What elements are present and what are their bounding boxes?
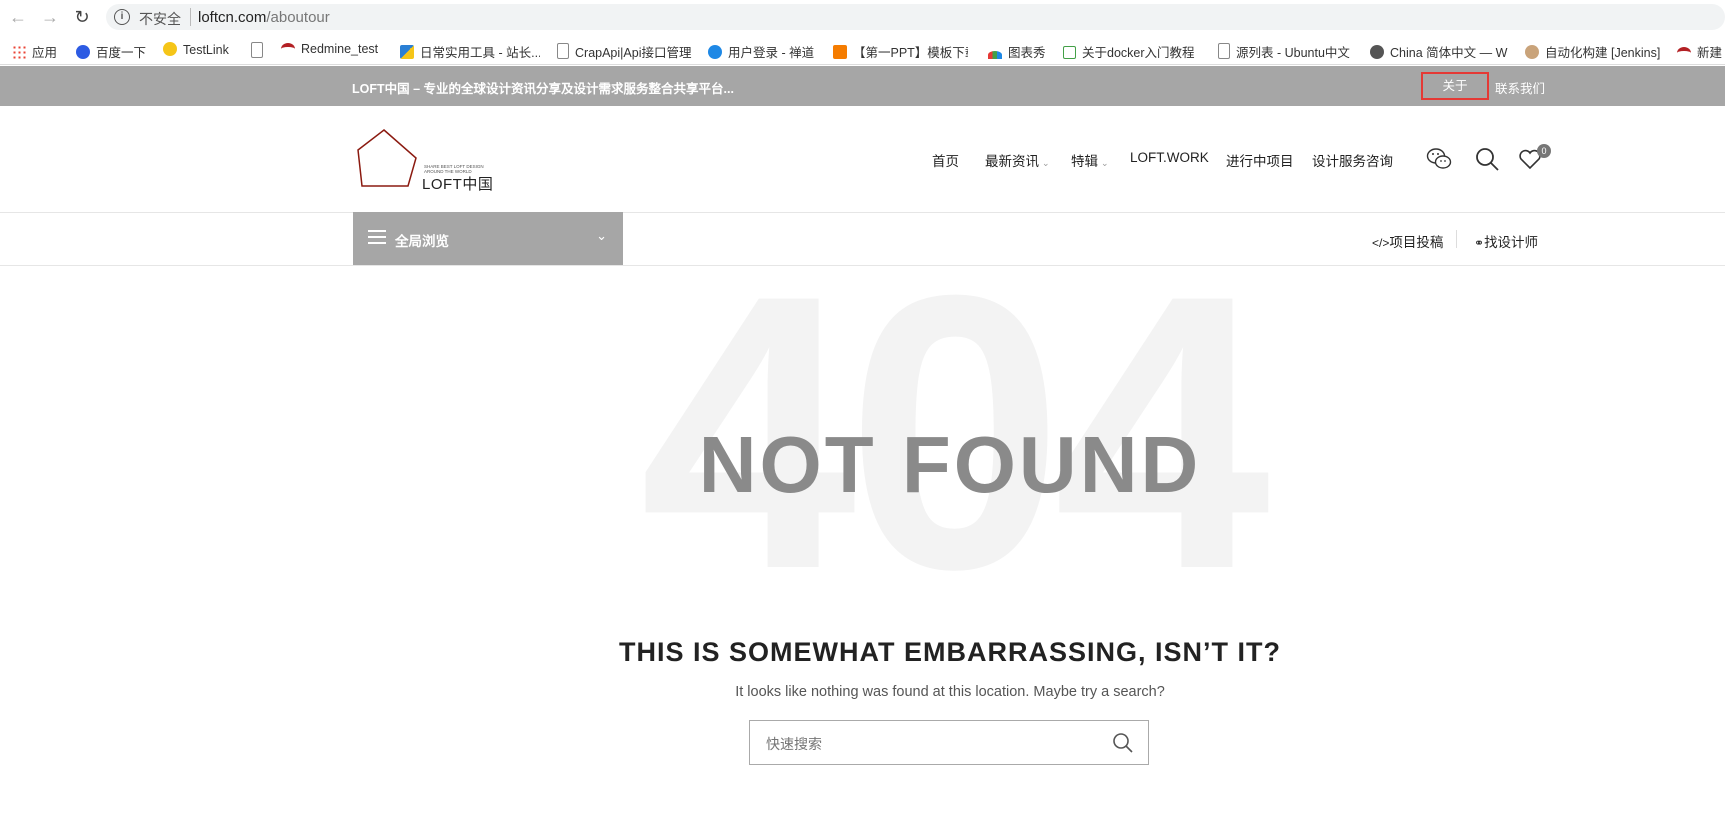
nav-label: 首页 <box>932 154 959 169</box>
ppt-icon <box>833 45 847 59</box>
back-arrow-icon[interactable]: ← <box>8 7 28 27</box>
bookmark-crapapi[interactable]: CrapApi|Api接口管理 <box>557 42 692 61</box>
chevron-down-icon: ⌄ <box>1042 158 1050 168</box>
bookmark-label: 【第一PPT】模板下载 <box>853 46 968 60</box>
redmine-icon <box>281 43 295 55</box>
page-icon <box>1218 43 1230 59</box>
bookmark-zentao[interactable]: 用户登录 - 禅道 <box>708 42 814 61</box>
bookmark-label: 关于docker入门教程 <box>1082 46 1195 60</box>
nav-label: 特辑 <box>1071 154 1098 169</box>
redmine-icon <box>1677 47 1691 59</box>
search-icon[interactable] <box>1112 732 1134 754</box>
find-designer-link[interactable]: ⚭找设计师 <box>1474 231 1538 251</box>
bookmark-label: 源列表 - Ubuntu中文 <box>1236 46 1350 60</box>
bookmark-label: Redmine_test <box>301 42 379 56</box>
chart-icon <box>988 51 1002 59</box>
page-icon <box>557 43 569 59</box>
page-icon <box>251 42 263 58</box>
quick-search-input[interactable] <box>764 731 1098 757</box>
nav-ongoing-projects[interactable]: 进行中项目 <box>1226 150 1294 170</box>
edit-icon <box>1063 46 1076 59</box>
info-icon[interactable]: i <box>114 9 130 25</box>
nav-label: 进行中项目 <box>1226 154 1294 169</box>
browser-toolbar: ← → ↻ i 不安全 loftcn.com/aboutour <box>0 0 1725 33</box>
url-host: loftcn.com <box>198 9 267 26</box>
nav-design-consulting[interactable]: 设计服务咨询 <box>1312 150 1393 170</box>
bookmark-label: 用户登录 - 禅道 <box>728 46 815 60</box>
nav-label: LOFT.WORK <box>1130 150 1209 165</box>
bookmark-label: 自动化构建 [Jenkins] <box>1545 46 1661 60</box>
chevron-down-icon: ⌄ <box>596 228 607 243</box>
error-heading: THIS IS SOMEWHAT EMBARRASSING, ISN’T IT? <box>618 637 1281 667</box>
bookmark-label: 图表秀 <box>1008 46 1046 60</box>
bookmark-label: 应用 <box>32 46 58 60</box>
hamburger-icon <box>368 230 386 244</box>
testlink-icon <box>163 42 177 56</box>
logo-name: LOFT中国 <box>422 176 494 193</box>
forward-arrow-icon[interactable]: → <box>40 7 60 27</box>
subbar-divider <box>1456 230 1457 248</box>
bookmark-label: 新建 <box>1697 46 1723 60</box>
submit-project-label: 项目投稿 <box>1389 235 1444 250</box>
bookmark-jenkins[interactable]: 自动化构建 [Jenkins] <box>1525 42 1665 61</box>
submit-project-link[interactable]: </>项目投稿 <box>1372 231 1443 251</box>
bookmark-ppt[interactable]: 【第一PPT】模板下载 <box>833 42 968 61</box>
handshake-icon: ⚭ <box>1474 236 1485 250</box>
url-path: /aboutour <box>266 9 330 26</box>
bookmark-wordpress[interactable]: China 简体中文 — W <box>1370 42 1510 61</box>
globe-icon <box>708 45 722 59</box>
site-topbar: LOFT中国 – 专业的全球设计资讯分享及设计需求服务整合共享平台... 关于 … <box>0 66 1725 106</box>
site-logo[interactable]: SHARE BEST LOFT DESIGN AROUND THE WORLD … <box>356 128 496 193</box>
contact-link[interactable]: 联系我们 <box>1495 78 1545 97</box>
about-link[interactable]: 关于 <box>1421 72 1489 100</box>
code-icon: </> <box>1372 236 1390 250</box>
address-bar[interactable]: i 不安全 loftcn.com/aboutour <box>106 4 1725 30</box>
reload-icon[interactable]: ↻ <box>72 7 92 27</box>
chevron-down-icon: ⌄ <box>1101 158 1109 168</box>
bookmark-label: TestLink <box>183 43 229 57</box>
tools-icon <box>400 45 414 59</box>
quick-search-box <box>749 720 1149 765</box>
nav-news[interactable]: 最新资讯 ⌄ <box>985 150 1050 170</box>
error-message: It looks like nothing was found at this … <box>735 684 1165 700</box>
favorites-count-badge: 0 <box>1537 144 1551 158</box>
bookmark-label: CrapApi|Api接口管理 <box>575 46 692 60</box>
jenkins-icon <box>1525 45 1539 59</box>
wechat-icon[interactable] <box>1426 146 1452 172</box>
nav-home[interactable]: 首页 <box>932 150 959 170</box>
bookmarks-bar: 应用 百度一下 TestLink Redmine_test 日常实用工具 - 站… <box>0 34 1725 65</box>
nav-loftwork[interactable]: LOFT.WORK <box>1130 150 1209 165</box>
bookmark-chart[interactable]: 图表秀 <box>988 42 1046 61</box>
site-header: SHARE BEST LOFT DESIGN AROUND THE WORLD … <box>0 106 1725 213</box>
wordpress-icon <box>1370 45 1384 59</box>
not-found-title: NOT FOUND <box>698 420 1202 509</box>
bookmark-label: 日常实用工具 - 站长... <box>420 46 540 60</box>
bookmark-redmine[interactable]: Redmine_test <box>281 42 378 56</box>
baidu-paw-icon <box>76 45 90 59</box>
bookmark-page[interactable] <box>251 42 269 59</box>
find-designer-label: 找设计师 <box>1484 235 1539 250</box>
insecure-label: 不安全 <box>139 11 181 27</box>
bookmark-label: 百度一下 <box>96 46 147 60</box>
logo-pentagon-icon <box>357 129 417 187</box>
bookmark-baidu[interactable]: 百度一下 <box>76 42 146 61</box>
bookmark-tools[interactable]: 日常实用工具 - 站长... <box>400 42 540 61</box>
global-browse-label: 全局浏览 <box>395 234 449 249</box>
bookmark-apps[interactable]: 应用 <box>12 42 57 61</box>
bookmark-docker[interactable]: 关于docker入门教程 <box>1063 42 1201 61</box>
site-slogan: LOFT中国 – 专业的全球设计资讯分享及设计需求服务整合共享平台... <box>352 82 734 96</box>
bookmark-label: China 简体中文 — W <box>1390 46 1508 60</box>
address-separator <box>190 8 191 26</box>
nav-label: 设计服务咨询 <box>1312 154 1393 169</box>
url-text[interactable]: loftcn.com/aboutour <box>198 9 330 26</box>
apps-grid-icon <box>12 45 26 59</box>
nav-specials[interactable]: 特辑 ⌄ <box>1071 150 1109 170</box>
global-browse-button[interactable]: 全局浏览 ⌄ <box>353 212 623 265</box>
nav-label: 最新资讯 <box>985 154 1039 169</box>
bookmark-ubuntu[interactable]: 源列表 - Ubuntu中文 <box>1218 42 1356 61</box>
bookmark-new[interactable]: 新建 <box>1677 42 1725 61</box>
search-icon[interactable] <box>1474 146 1500 172</box>
bookmark-testlink[interactable]: TestLink <box>163 42 229 57</box>
